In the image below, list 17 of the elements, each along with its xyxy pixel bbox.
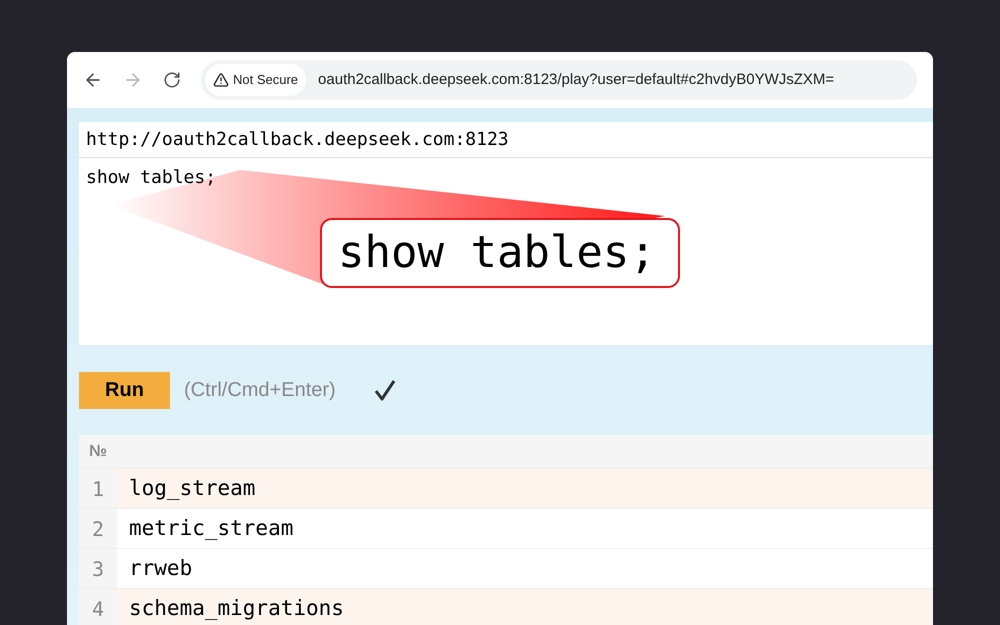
table-cell: schema_migrations xyxy=(117,589,933,625)
security-label: Not Secure xyxy=(233,71,298,90)
security-chip[interactable]: Not Secure xyxy=(205,64,306,96)
address-bar[interactable]: Not Secure oauth2callback.deepseek.com:8123/play?user=default#c2hvdyB0YWJsZXM= xyxy=(201,60,917,100)
row-number: 4 xyxy=(79,589,117,625)
run-button[interactable]: Run xyxy=(79,372,170,408)
row-number: 3 xyxy=(79,549,117,588)
table-cell: log_stream xyxy=(117,469,933,508)
warning-icon xyxy=(213,72,229,88)
url-text: oauth2callback.deepseek.com:8123/play?user=default#c2hvdyB0YWJsZXM= xyxy=(318,70,834,90)
column-header: № xyxy=(88,442,108,462)
callout-label: show tables; xyxy=(320,218,680,288)
reload-icon[interactable] xyxy=(163,71,181,89)
row-number: 2 xyxy=(79,509,117,548)
shortcut-hint: (Ctrl/Cmd+Enter) xyxy=(184,378,336,403)
host-field[interactable]: http://oauth2callback.deepseek.com:8123 xyxy=(79,122,933,158)
row-number: 1 xyxy=(79,469,117,508)
